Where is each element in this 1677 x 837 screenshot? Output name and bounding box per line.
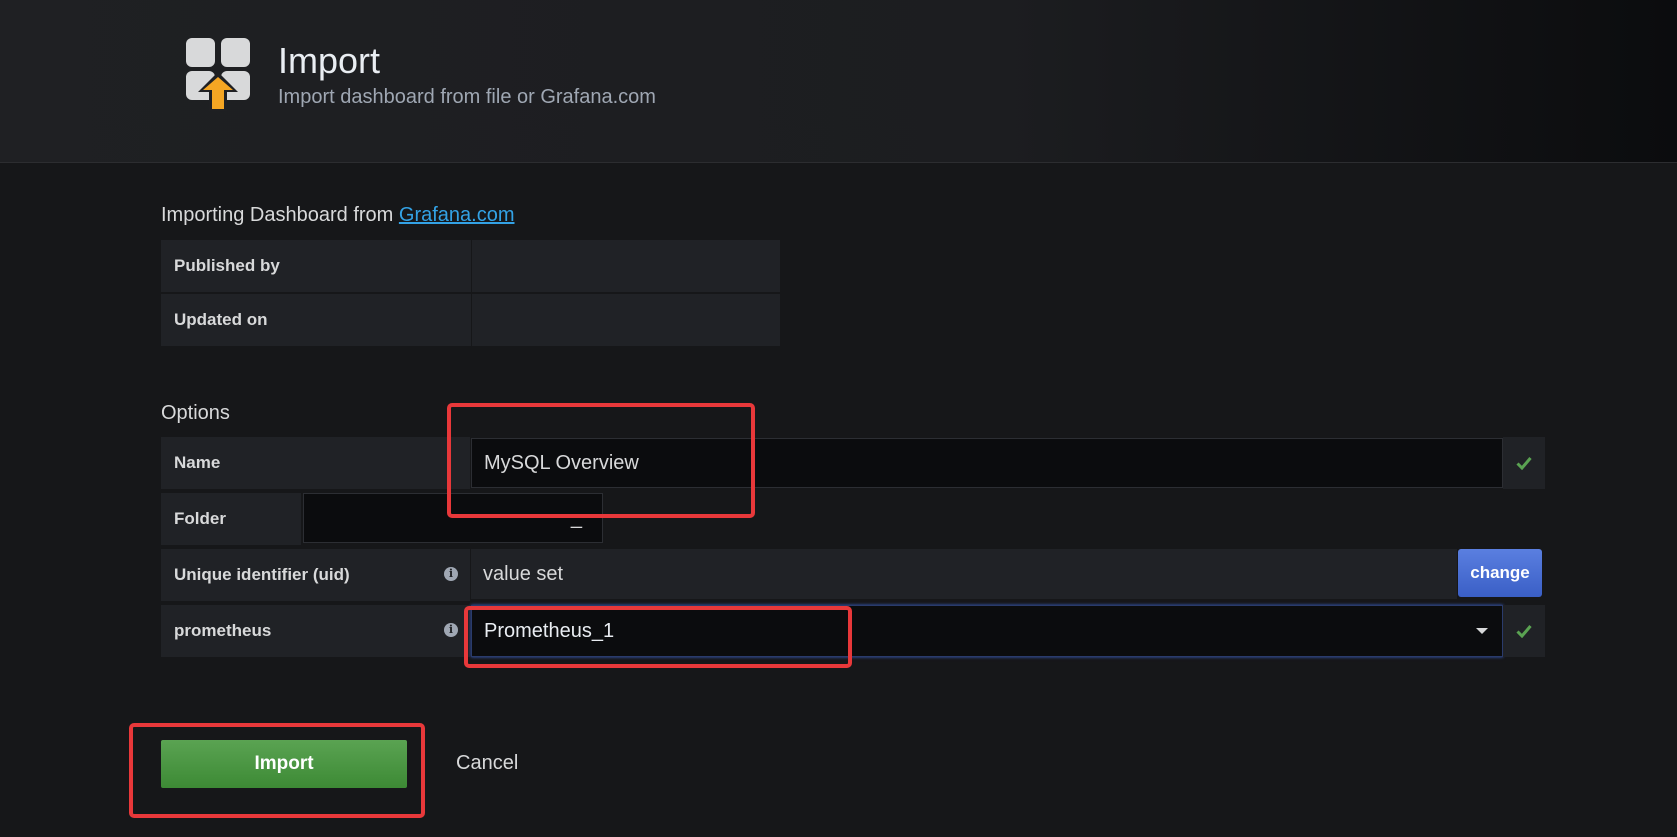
dashboard-import-icon — [186, 38, 250, 111]
check-icon — [1516, 457, 1532, 470]
caret-down-icon — [1476, 628, 1488, 634]
prometheus-label-text: prometheus — [174, 621, 272, 640]
name-label: Name — [161, 437, 470, 489]
published-by-row: Published by — [161, 240, 780, 292]
updated-on-row: Updated on — [161, 294, 780, 346]
uid-label: Unique identifier (uid) i — [161, 549, 470, 601]
importing-source-text: Importing Dashboard from Grafana.com — [161, 204, 515, 227]
page-title: Import — [278, 40, 381, 81]
page-header: Import Import dashboard from file or Gra… — [0, 0, 1677, 163]
info-icon[interactable]: i — [444, 623, 458, 637]
page-subtitle: Import dashboard from file or Grafana.co… — [278, 86, 656, 108]
published-by-label: Published by — [161, 240, 471, 292]
grafana-com-link[interactable]: Grafana.com — [399, 204, 515, 226]
cancel-button[interactable]: Cancel — [456, 752, 518, 775]
uid-label-text: Unique identifier (uid) — [174, 565, 350, 584]
annotation-highlight-datasource — [464, 606, 852, 668]
options-title: Options — [161, 402, 230, 424]
updated-on-label: Updated on — [161, 294, 471, 346]
published-by-value — [472, 240, 780, 292]
info-icon[interactable]: i — [444, 567, 458, 581]
annotation-highlight-import — [129, 723, 425, 818]
uid-value: value set — [471, 549, 1457, 599]
change-uid-button[interactable]: change — [1458, 549, 1542, 597]
check-icon — [1516, 625, 1532, 638]
prometheus-label: prometheus i — [161, 605, 470, 657]
folder-label: Folder — [161, 493, 301, 545]
importing-prefix: Importing Dashboard from — [161, 204, 399, 226]
updated-on-value — [472, 294, 780, 346]
prometheus-valid-cell — [1503, 605, 1545, 657]
name-valid-cell — [1503, 437, 1545, 489]
annotation-highlight-name — [447, 403, 755, 518]
